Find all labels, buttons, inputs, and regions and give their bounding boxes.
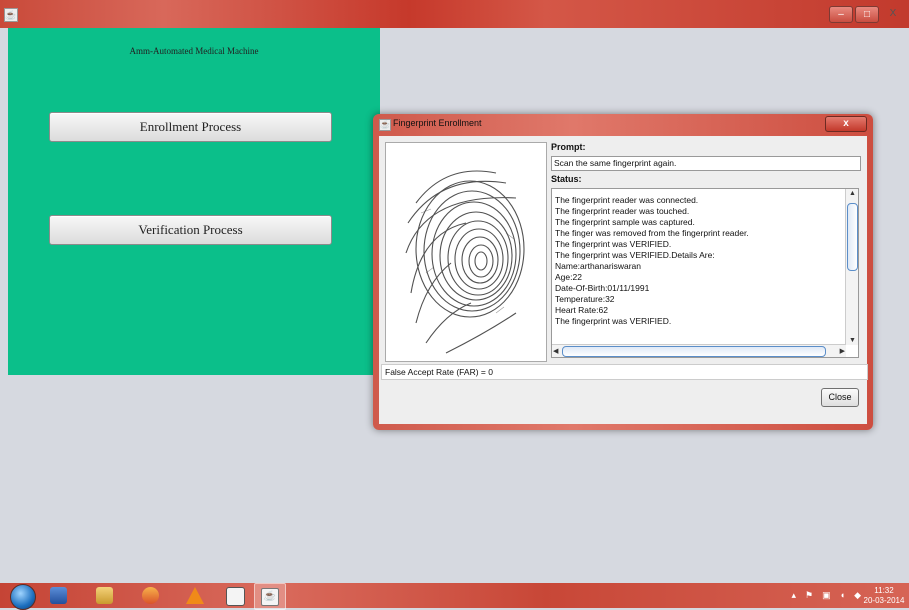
- document-icon[interactable]: [226, 587, 245, 606]
- app-title: Amm-Automated Medical Machine: [129, 46, 259, 56]
- fingerprint-image-panel: [385, 142, 547, 362]
- java-icon: ☕: [4, 8, 18, 22]
- dialog-title: Fingerprint Enrollment: [393, 118, 482, 128]
- media-player-icon[interactable]: [50, 587, 67, 604]
- active-java-task[interactable]: ☕: [254, 583, 286, 610]
- windows-start-icon[interactable]: [10, 584, 36, 610]
- java-icon: ☕: [379, 119, 391, 131]
- status-line: Age:22: [555, 272, 582, 282]
- menu-panel: Amm-Automated Medical Machine Enrollment…: [8, 28, 380, 375]
- dialog-close-x-button[interactable]: x: [825, 116, 867, 132]
- enrollment-process-button[interactable]: Enrollment Process: [49, 112, 332, 142]
- network-icon[interactable]: ▣: [822, 590, 831, 601]
- status-line: Temperature:32: [555, 294, 615, 304]
- vlc-icon[interactable]: [186, 587, 204, 604]
- clock-date: 20-03-2014: [863, 596, 905, 605]
- status-label: Status:: [551, 174, 582, 184]
- scroll-left-arrow-icon[interactable]: ◀: [553, 347, 558, 355]
- taskbar: ☕ ▴ ⚑ ▣ ◖ ◆ 11:32 20-03-2014: [0, 583, 909, 610]
- prompt-label: Prompt:: [551, 142, 586, 152]
- clock-time: 11:32: [874, 586, 894, 595]
- prompt-field: Scan the same fingerprint again.: [551, 156, 861, 171]
- scroll-down-arrow-icon[interactable]: ▼: [849, 337, 856, 344]
- status-text-area[interactable]: The fingerprint reader was connected. Th…: [551, 188, 859, 358]
- main-window-client: Amm-Automated Medical Machine Enrollment…: [8, 28, 901, 583]
- window-titlebar: ☕ – □ X: [0, 0, 909, 28]
- file-explorer-icon[interactable]: [96, 587, 113, 604]
- dialog-close-button[interactable]: Close: [821, 388, 859, 407]
- scroll-up-arrow-icon[interactable]: ▲: [849, 190, 856, 197]
- scroll-right-arrow-icon[interactable]: ▶: [840, 347, 845, 355]
- volume-icon[interactable]: ◖: [840, 590, 845, 601]
- horizontal-scrollbar[interactable]: ◀ ▶: [552, 344, 846, 357]
- status-line: The fingerprint was VERIFIED.Details Are…: [555, 250, 715, 260]
- system-tray: ▴ ⚑ ▣ ◖ ◆: [792, 590, 861, 601]
- status-line: The fingerprint was VERIFIED.: [555, 239, 672, 249]
- far-status-bar: False Accept Rate (FAR) = 0: [381, 364, 868, 380]
- shield-icon[interactable]: ◆: [854, 590, 861, 601]
- minimize-button[interactable]: –: [829, 6, 853, 23]
- paint-icon[interactable]: [142, 587, 159, 604]
- close-button[interactable]: X: [881, 6, 905, 21]
- status-line: The fingerprint sample was captured.: [555, 217, 695, 227]
- dialog-body: Prompt: Scan the same fingerprint again.…: [379, 136, 868, 424]
- fingerprint-icon: [405, 170, 525, 354]
- clock[interactable]: 11:32 20-03-2014: [863, 586, 905, 606]
- up-arrow-icon[interactable]: ▴: [792, 590, 797, 601]
- status-line: Name:arthanariswaran: [555, 261, 641, 271]
- java-icon: ☕: [261, 588, 279, 606]
- status-line: The fingerprint reader was connected.: [555, 195, 699, 205]
- flag-icon[interactable]: ⚑: [805, 590, 813, 601]
- verification-process-button[interactable]: Verification Process: [49, 215, 332, 245]
- vertical-scroll-thumb[interactable]: [847, 203, 858, 271]
- vertical-scrollbar[interactable]: ▲ ▼: [845, 189, 858, 345]
- maximize-button[interactable]: □: [855, 6, 879, 23]
- status-line: The finger was removed from the fingerpr…: [555, 228, 749, 238]
- status-line: The fingerprint reader was touched.: [555, 206, 690, 216]
- status-line: The fingerprint was VERIFIED.: [555, 316, 672, 326]
- status-line: Heart Rate:62: [555, 305, 608, 315]
- horizontal-scroll-thumb[interactable]: [562, 346, 826, 357]
- fingerprint-enrollment-dialog: ☕ Fingerprint Enrollment x Prompt: Scan …: [373, 114, 873, 430]
- status-line: Date-Of-Birth:01/11/1991: [555, 283, 650, 293]
